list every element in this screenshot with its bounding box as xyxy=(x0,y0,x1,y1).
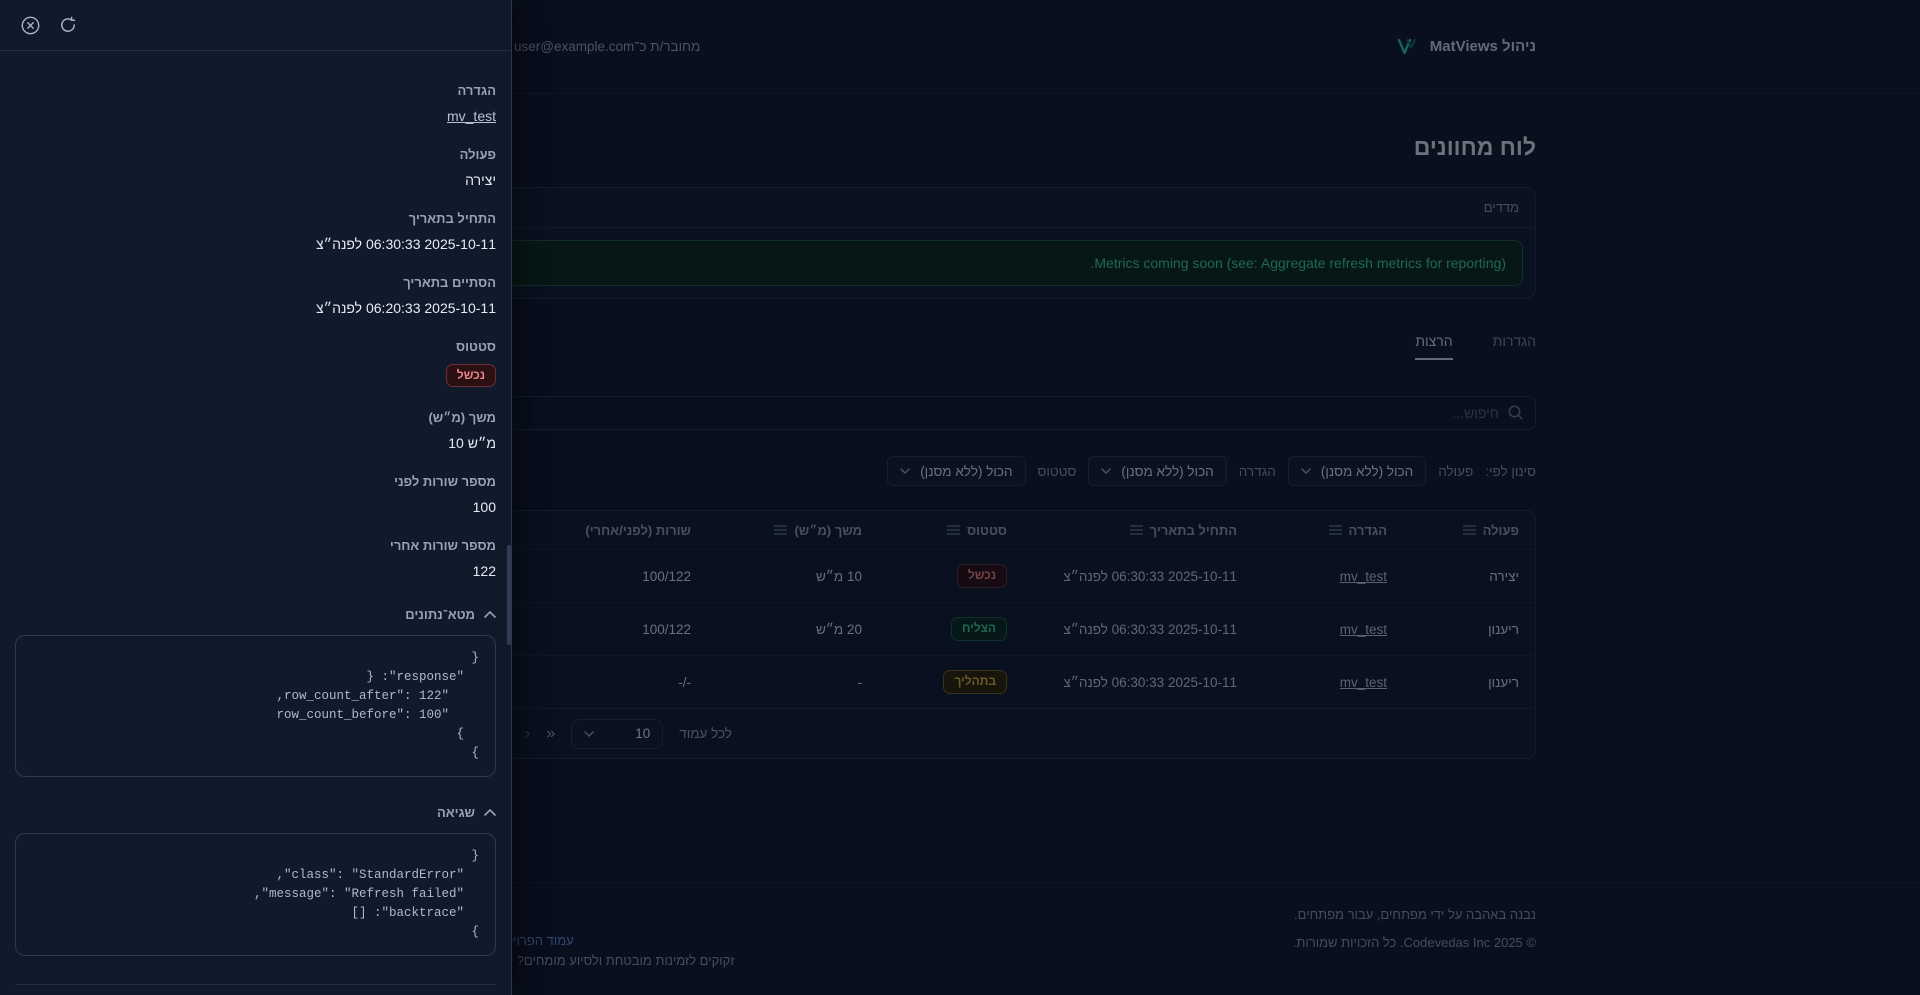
field-label-rows-after: מספר שורות אחרי xyxy=(15,538,496,553)
scrollbar-thumb[interactable] xyxy=(507,545,511,645)
close-drawer-button[interactable] xyxy=(19,14,41,36)
drawer-body: הגדרה mv_test פעולה יצירה התחיל בתאריך 2… xyxy=(0,51,511,985)
field-label-status: סטטוס xyxy=(15,339,496,354)
chevron-up-icon xyxy=(484,611,496,618)
refresh-icon xyxy=(59,16,77,34)
error-section-title: שגיאה xyxy=(437,805,475,820)
drawer-toolbar xyxy=(0,0,511,51)
definition-link[interactable]: mv_test xyxy=(447,108,496,124)
chevron-up-icon xyxy=(484,809,496,816)
metadata-section-toggle[interactable]: מטא־נתונים xyxy=(15,607,496,622)
run-detail-drawer: הגדרה mv_test פעולה יצירה התחיל בתאריך 2… xyxy=(0,0,512,995)
metadata-json: { "response": { "row_count_after": 122, … xyxy=(15,635,496,777)
field-label-rows-before: מספר שורות לפני xyxy=(15,474,496,489)
drawer-divider xyxy=(15,984,496,985)
field-label-duration: משך (מ״ש) xyxy=(15,410,496,425)
circle-close-icon xyxy=(21,16,40,35)
field-label-action: פעולה xyxy=(15,147,496,162)
error-section-toggle[interactable]: שגיאה xyxy=(15,805,496,820)
error-json: { "class": "StandardError", "message": "… xyxy=(15,833,496,956)
field-label-finished-at: הסתיים בתאריך xyxy=(15,275,496,290)
metadata-section-title: מטא־נתונים xyxy=(405,607,475,622)
status-badge: נכשל xyxy=(446,364,496,387)
field-value-rows-after: 122 xyxy=(15,563,496,579)
field-label-started-at: התחיל בתאריך xyxy=(15,211,496,226)
refresh-button[interactable] xyxy=(57,14,79,36)
field-value-finished-at: 2025-10-11 06:20:33 לפנה״צ xyxy=(15,300,496,316)
field-value-duration: 10 מ״ש xyxy=(448,435,496,451)
field-value-started-at: 2025-10-11 06:30:33 לפנה״צ xyxy=(15,236,496,252)
field-value-rows-before: 100 xyxy=(15,499,496,515)
field-value-action: יצירה xyxy=(15,172,496,188)
field-label-definition: הגדרה xyxy=(15,83,496,98)
